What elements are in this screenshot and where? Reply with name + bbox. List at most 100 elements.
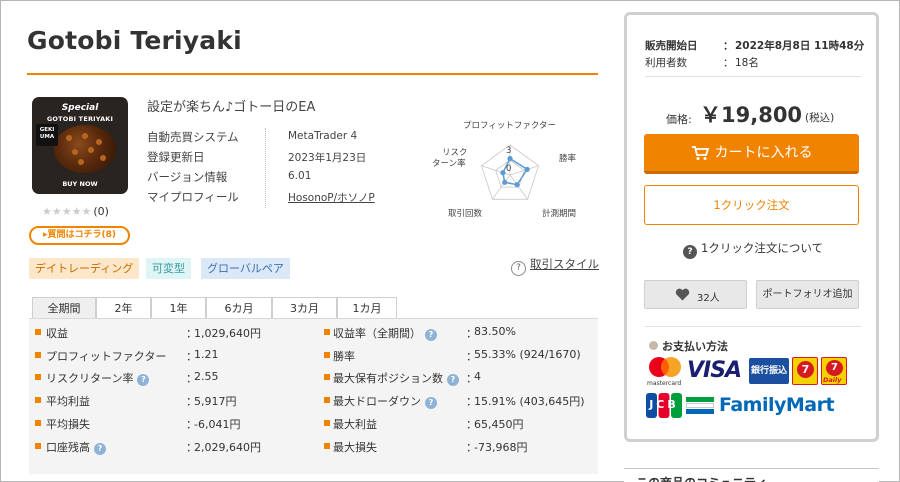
product-image-buy-now: BUY NOW [62, 180, 98, 188]
question-icon: ? [511, 261, 526, 276]
daily-seven-icon-2: 7 [826, 360, 843, 376]
trading-style-text: 取引スタイル [530, 257, 599, 271]
stat-label-text: 平均利益 [46, 395, 90, 409]
one-click-help-link[interactable]: ? 1クリック注文について [683, 240, 823, 259]
stat-label-text: 収益 [46, 327, 68, 340]
visa-logo: VISA [687, 358, 742, 383]
one-click-order-button[interactable]: 1クリック注文 [644, 185, 859, 225]
stat-value: 83.50% [474, 325, 516, 338]
familymart-logo: FamilyMart [719, 394, 835, 416]
stat-label-text: 口座残高 [46, 440, 90, 454]
stats-row: 収益： 1,029,640円 収益率（全期間）?： 83.50% [29, 321, 598, 344]
radar-axis-pf: プロフィットファクター [463, 121, 556, 131]
bullet-icon [649, 341, 658, 350]
stat-value: -6,041円 [194, 417, 241, 431]
radar-point [524, 166, 530, 172]
stat-label: 収益率（全期間）? [333, 325, 437, 341]
add-to-cart-label: カートに入れる [714, 145, 813, 161]
geki-uma-badge: GEKI UMA [36, 124, 58, 146]
payment-heading-text: お支払い方法 [662, 340, 728, 353]
help-icon[interactable]: ? [425, 397, 437, 410]
heart-icon [675, 288, 690, 301]
stat-label-text: 最大利益 [333, 417, 377, 431]
info-value-version: 6.01 [288, 170, 312, 182]
tab-1y[interactable]: 1年 [151, 297, 206, 319]
product-image[interactable]: Special GOTOBI TERIYAKI GEKI UMA BUY NOW [32, 97, 128, 194]
tab-6m[interactable]: 6カ月 [206, 297, 272, 319]
stat-label: 勝率 [333, 348, 355, 364]
daily-logo-2: 7 Daily [821, 357, 847, 385]
users-value: 18名 [735, 57, 759, 69]
radar-axis-period: 計測期間 [542, 208, 576, 219]
tab-3m[interactable]: 3カ月 [272, 297, 337, 319]
mastercard-logo: mastercard [646, 356, 684, 387]
familymart-mark [686, 397, 714, 415]
mastercard-text: mastercard [647, 380, 682, 387]
radar-chart: プロフィットファクター 勝率 計測期間 取引回数 リスク ターン率 3 0 [432, 121, 577, 219]
stat-label-text: 収益率（全期間） [333, 327, 421, 340]
teriyaki-food-picture [54, 125, 116, 173]
stat-label-text: 最大ドローダウン [333, 395, 421, 409]
tab-all-period[interactable]: 全期間 [32, 297, 96, 319]
stat-label: 収益 [46, 325, 68, 341]
stat-label-text: 最大保有ポジション数 [333, 372, 443, 386]
help-icon[interactable]: ? [425, 329, 437, 341]
like-button[interactable]: 32人 [644, 280, 747, 309]
add-portfolio-button[interactable]: ポートフォリオ追加 [756, 280, 859, 309]
help-icon[interactable]: ? [94, 442, 106, 455]
geki-text: GEKI [39, 127, 55, 133]
stats-table: 収益： 1,029,640円 収益率（全期間）?： 83.50% プロフィットファクター… [29, 318, 598, 474]
cart-icon [691, 146, 709, 160]
tag-variable[interactable]: 可変型 [146, 258, 191, 279]
uma-text: UMA [39, 134, 55, 140]
radar-axis-risk: リスク [442, 148, 468, 158]
tab-2y[interactable]: 2年 [96, 297, 151, 319]
stat-bullet [35, 374, 41, 381]
help-icon[interactable]: ? [447, 374, 459, 387]
add-to-cart-button[interactable]: カートに入れる [644, 134, 859, 174]
info-label-version: バージョン情報 [147, 170, 228, 184]
sale-start-colon: ： [723, 40, 734, 52]
sale-start-label: 販売開始日 [645, 40, 698, 52]
stat-label-text: 最大損失 [333, 440, 377, 454]
stat-bullet [324, 351, 330, 358]
radar-scale-min: 0 [506, 164, 511, 174]
question-button[interactable]: ▸質問はコチラ(8) [29, 226, 130, 245]
info-value-system: MetaTrader 4 [288, 130, 358, 142]
title-divider [27, 73, 598, 75]
stat-bullet [35, 351, 41, 358]
stat-value: 2.55 [194, 370, 219, 384]
radar-point [500, 170, 506, 176]
stat-label: 最大損失 [333, 439, 377, 455]
tag-day-trading[interactable]: デイトレーディング [29, 258, 140, 279]
tab-1m[interactable]: 1カ月 [337, 297, 397, 319]
price-value: ￥19,800 [700, 103, 803, 127]
stats-row: リスクリターン率?： 2.55 最大保有ポジション数?： 4 [29, 366, 598, 389]
jcb-text: JCB [649, 398, 679, 411]
stat-bullet [35, 329, 41, 335]
stat-value: 4 [474, 370, 481, 384]
payment-heading: お支払い方法 [649, 338, 728, 354]
price-label: 価格: [666, 113, 692, 126]
tag-global-pair[interactable]: グローバルペア [201, 258, 290, 279]
info-separator [265, 128, 266, 208]
trading-style-link[interactable]: ? 取引スタイル [511, 256, 599, 276]
info-label-profile: マイプロフィール [147, 190, 239, 204]
profile-link[interactable]: HosonoP/ホソノP [288, 190, 375, 205]
stat-bullet [324, 397, 330, 404]
stats-row: 口座残高?： 2,029,640円 最大損失： -73,968円 [29, 435, 598, 458]
radar-point [507, 155, 513, 162]
bank-transfer-logo: 銀行振込 [749, 358, 789, 384]
stat-value: 1,029,640円 [194, 327, 261, 340]
stat-value: -73,968円 [474, 440, 528, 454]
users-colon: ： [723, 57, 734, 69]
stat-bullet [35, 419, 41, 426]
help-icon[interactable]: ? [137, 374, 150, 387]
like-count: 32人 [697, 293, 720, 304]
price-tax: (税込) [805, 112, 835, 124]
radar-scale-max: 3 [506, 146, 511, 156]
stat-label: リスクリターン率? [46, 370, 150, 387]
daily-seven-icon: 7 [797, 361, 814, 378]
stat-label-text: プロフィットファクター [46, 349, 167, 363]
stat-bullet [35, 442, 41, 449]
